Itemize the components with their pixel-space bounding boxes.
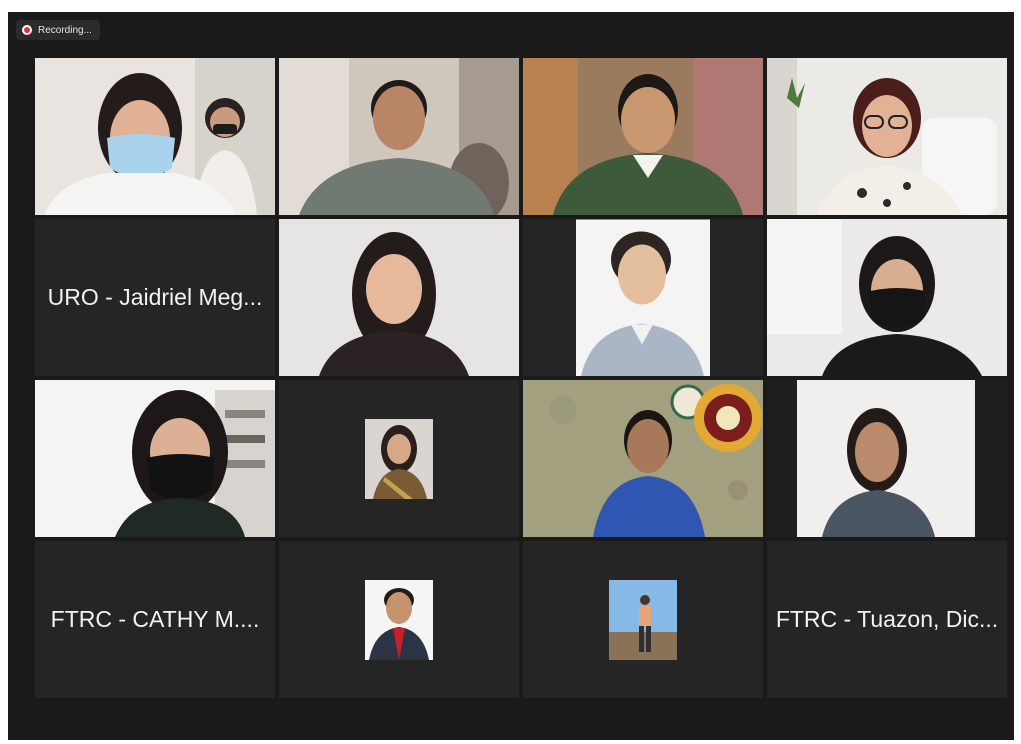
profile-photo-icon	[365, 418, 433, 499]
record-icon	[22, 25, 32, 35]
participant-name: FTRC - CATHY M....	[50, 606, 260, 632]
person-video-icon	[279, 58, 519, 215]
participant-tile-6[interactable]	[279, 219, 519, 376]
profile-photo-icon	[365, 579, 433, 660]
person-video-icon	[767, 58, 1007, 215]
profile-photo-icon	[609, 579, 677, 660]
participant-name: URO - Jaidriel Meg...	[47, 284, 263, 310]
person-video-icon	[279, 219, 519, 376]
person-video-icon	[523, 380, 763, 537]
participant-tile-12[interactable]	[767, 380, 1007, 537]
participant-tile-1[interactable]	[35, 58, 275, 215]
recording-label: Recording...	[38, 24, 92, 36]
participant-tile-8[interactable]	[767, 219, 1007, 376]
recording-indicator[interactable]: Recording...	[16, 20, 100, 40]
gallery-grid: URO - Jaidriel Meg... FTRC - CATHY M....…	[35, 58, 1007, 698]
participant-tile-11[interactable]	[523, 380, 763, 537]
profile-photo-icon	[576, 219, 710, 376]
participant-tile-5[interactable]: URO - Jaidriel Meg...	[35, 219, 275, 376]
person-video-icon	[767, 380, 1007, 537]
participant-tile-7[interactable]	[523, 219, 763, 376]
participant-name: FTRC - Tuazon, Dic...	[775, 606, 999, 632]
participant-tile-15[interactable]	[523, 541, 763, 698]
person-video-icon	[35, 58, 275, 215]
participant-tile-2[interactable]	[279, 58, 519, 215]
participant-tile-9[interactable]	[35, 380, 275, 537]
participant-tile-14[interactable]	[279, 541, 519, 698]
person-video-icon	[767, 219, 1007, 376]
participant-tile-16[interactable]: FTRC - Tuazon, Dic...	[767, 541, 1007, 698]
participant-tile-3-active-speaker[interactable]	[523, 58, 763, 215]
person-video-icon	[523, 58, 763, 215]
person-video-icon	[35, 380, 275, 537]
participant-tile-4[interactable]	[767, 58, 1007, 215]
participant-tile-10[interactable]	[279, 380, 519, 537]
participant-tile-13[interactable]: FTRC - CATHY M....	[35, 541, 275, 698]
